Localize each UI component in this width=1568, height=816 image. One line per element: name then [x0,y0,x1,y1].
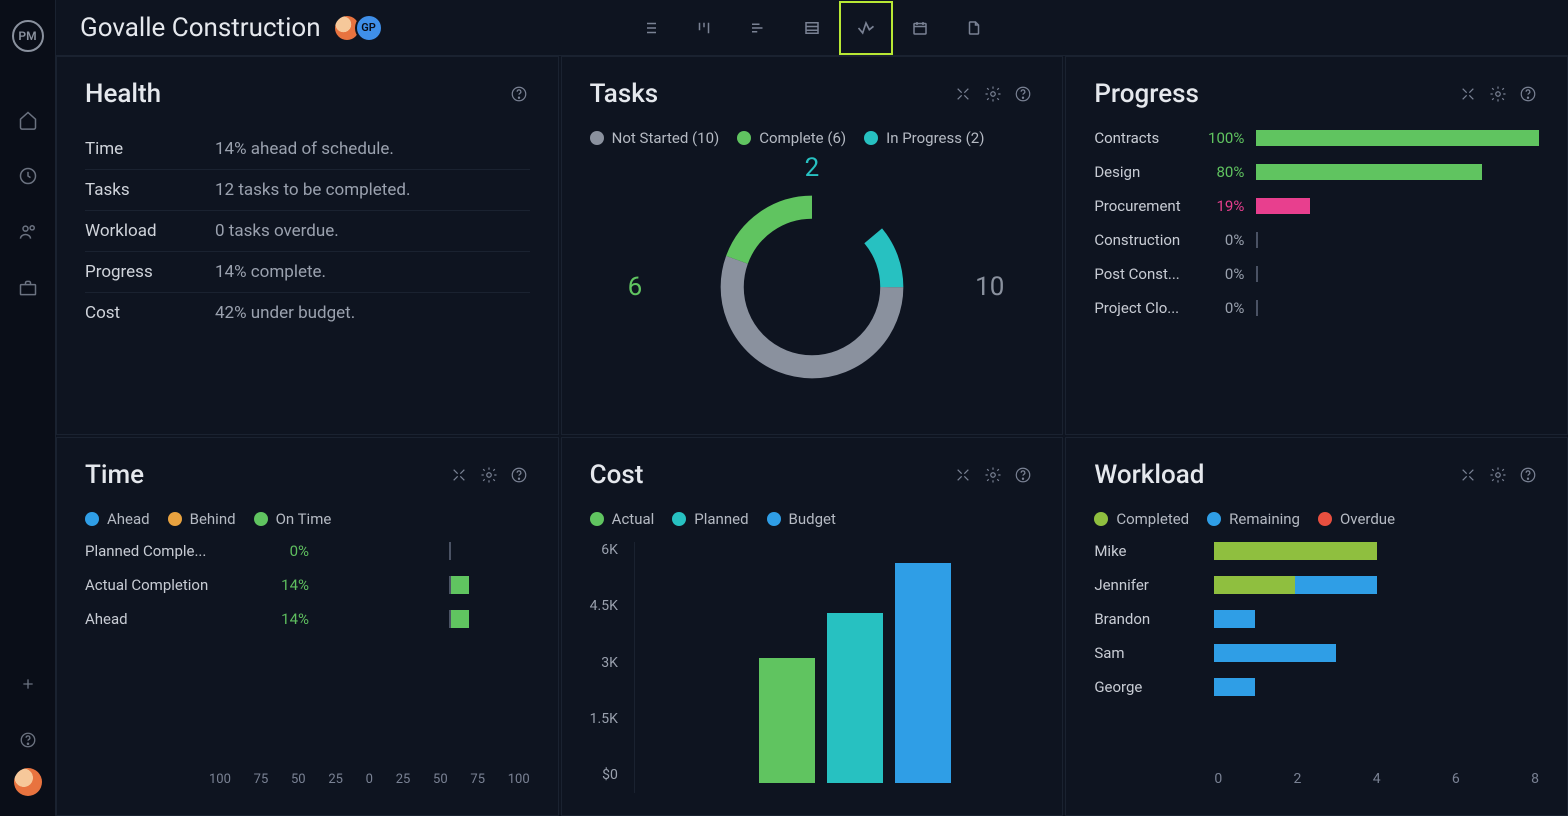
panel-title: Time [85,460,440,490]
help-icon[interactable] [1012,464,1034,486]
cost-bar-chart [634,542,1034,793]
panel-title: Health [85,79,500,109]
cost-bar [827,613,883,784]
clock-icon[interactable] [16,164,40,188]
time-row: Ahead14% [85,610,530,628]
health-row: Cost42% under budget. [85,293,530,333]
health-value: 14% complete. [215,262,326,282]
expand-icon[interactable] [1457,464,1479,486]
legend-item: Overdue [1318,510,1395,528]
progress-row: Construction0% [1094,231,1539,249]
view-files-icon[interactable] [947,1,1001,55]
project-title: Govalle Construction [80,13,321,43]
health-row: Time14% ahead of schedule. [85,129,530,170]
progress-row: Procurement19% [1094,197,1539,215]
health-row: Tasks12 tasks to be completed. [85,170,530,211]
users-icon[interactable] [16,220,40,244]
help-icon[interactable] [508,83,530,105]
health-label: Cost [85,303,215,323]
view-list-icon[interactable] [623,1,677,55]
expand-icon[interactable] [952,83,974,105]
gear-icon[interactable] [982,83,1004,105]
expand-icon[interactable] [952,464,974,486]
panel-cost: Cost ActualPlannedBudget 6K4.5K3K1.5K$0 [561,437,1064,816]
tasks-not-started-count: 10 [975,272,1004,302]
health-row: Progress14% complete. [85,252,530,293]
progress-row: Post Const...0% [1094,265,1539,283]
sidebar: PM [0,0,56,816]
help-icon[interactable] [1012,83,1034,105]
panel-health: Health Time14% ahead of schedule.Tasks12… [56,56,559,435]
legend-item: Ahead [85,510,150,528]
user-avatar[interactable] [14,768,42,796]
panel-progress: Progress Contracts100% Design80% Procureme… [1065,56,1568,435]
panel-title: Cost [590,460,945,490]
panel-title: Workload [1094,460,1449,490]
gear-icon[interactable] [982,464,1004,486]
legend-item: Not Started (10) [590,129,720,147]
progress-row: Contracts100% [1094,129,1539,147]
progress-row: Design80% [1094,163,1539,181]
health-value: 42% under budget. [215,303,355,323]
legend-item: Remaining [1207,510,1300,528]
health-row: Workload0 tasks overdue. [85,211,530,252]
workload-row: George [1094,678,1539,696]
legend-item: Budget [767,510,836,528]
help-icon[interactable] [1517,83,1539,105]
gear-icon[interactable] [1487,83,1509,105]
tasks-in-progress-count: 2 [805,153,820,183]
help-icon[interactable] [16,728,40,752]
help-icon[interactable] [1517,464,1539,486]
expand-icon[interactable] [1457,83,1479,105]
legend-item: Actual [590,510,655,528]
view-calendar-icon[interactable] [893,1,947,55]
health-value: 0 tasks overdue. [215,221,339,241]
time-row: Actual Completion14% [85,576,530,594]
tasks-donut-chart [707,182,917,392]
expand-icon[interactable] [448,464,470,486]
legend-item: Completed [1094,510,1189,528]
cost-bar [759,658,815,783]
health-label: Time [85,139,215,159]
help-icon[interactable] [508,464,530,486]
panel-workload: Workload Completed Remaining Overdue Mike J… [1065,437,1568,816]
view-sheet-icon[interactable] [785,1,839,55]
cost-bar [895,563,951,783]
workload-row: Brandon [1094,610,1539,628]
gear-icon[interactable] [478,464,500,486]
member-avatars[interactable]: GP [339,14,383,42]
topbar: Govalle Construction GP [56,0,1568,56]
workload-row: Sam [1094,644,1539,662]
briefcase-icon[interactable] [16,276,40,300]
home-icon[interactable] [16,108,40,132]
legend-item: On Time [254,510,332,528]
panel-time: Time Ahead Behind On Time Planned Comple..… [56,437,559,816]
view-board-icon[interactable] [677,1,731,55]
gear-icon[interactable] [1487,464,1509,486]
panel-tasks: Tasks Not Started (10) Complete (6) In Pro… [561,56,1064,435]
view-gantt-icon[interactable] [731,1,785,55]
health-label: Tasks [85,180,215,200]
add-icon[interactable] [16,672,40,696]
time-row: Planned Comple...0% [85,542,530,560]
panel-title: Tasks [590,79,945,109]
legend-item: In Progress (2) [864,129,984,147]
health-value: 12 tasks to be completed. [215,180,410,200]
health-value: 14% ahead of schedule. [215,139,394,159]
legend-item: Planned [672,510,748,528]
health-label: Progress [85,262,215,282]
app-logo[interactable]: PM [12,20,44,52]
progress-row: Project Clo...0% [1094,299,1539,317]
workload-row: Jennifer [1094,576,1539,594]
panel-title: Progress [1094,79,1449,109]
health-label: Workload [85,221,215,241]
view-dashboard-icon[interactable] [839,1,893,55]
tasks-complete-count: 6 [628,272,643,302]
legend-item: Complete (6) [737,129,846,147]
workload-row: Mike [1094,542,1539,560]
legend-item: Behind [168,510,236,528]
